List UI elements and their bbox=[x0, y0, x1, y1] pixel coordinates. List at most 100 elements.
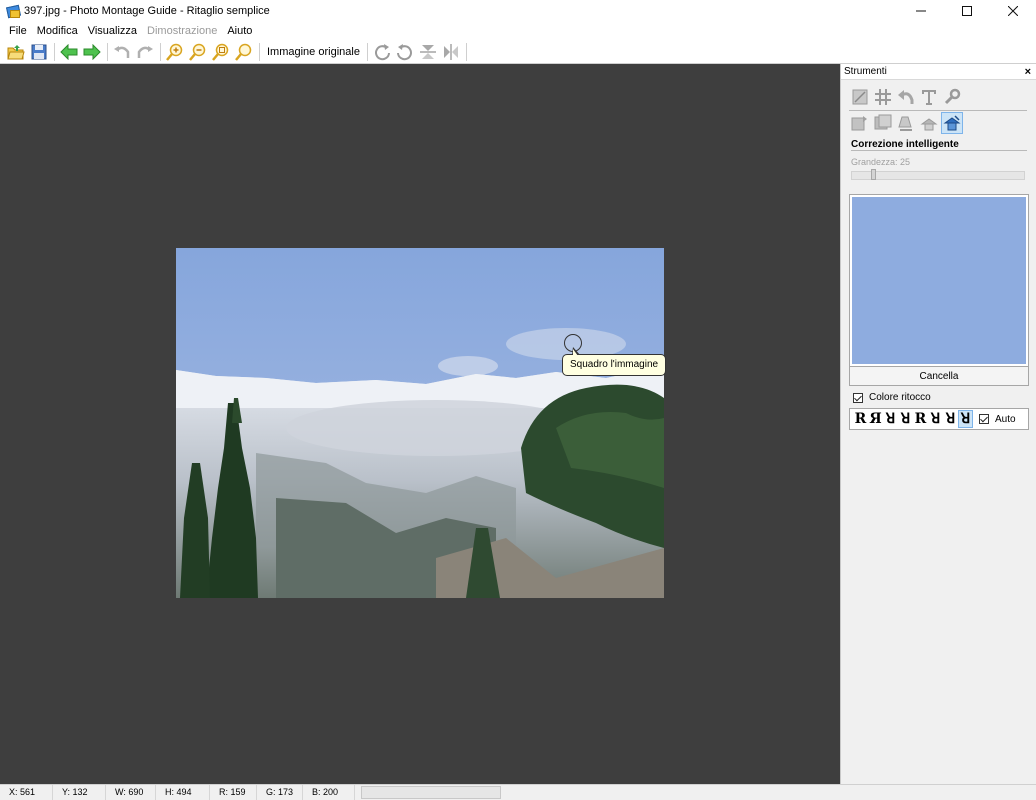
rotate-left-button[interactable] bbox=[394, 41, 416, 63]
back-arrow-icon bbox=[60, 43, 78, 60]
zoom-in-icon bbox=[166, 43, 183, 61]
auto-option[interactable]: Auto bbox=[979, 414, 1016, 425]
save-icon bbox=[31, 44, 47, 59]
orientation-option[interactable]: R bbox=[913, 410, 928, 428]
forward-button[interactable] bbox=[81, 41, 103, 63]
title-bar: 397.jpg - Photo Montage Guide - Ritaglio… bbox=[0, 0, 1036, 22]
status-green: G: 173 bbox=[257, 784, 303, 800]
layers-tool[interactable] bbox=[872, 112, 894, 134]
photo-image bbox=[176, 248, 664, 598]
clone-tool[interactable] bbox=[849, 112, 871, 134]
orientation-option[interactable]: ꓤ bbox=[898, 410, 913, 428]
eraser-tool[interactable] bbox=[895, 112, 917, 134]
cancel-button[interactable]: Cancella bbox=[849, 366, 1029, 386]
undo-tool[interactable] bbox=[895, 86, 917, 108]
tools-panel-close-button[interactable]: × bbox=[1025, 66, 1031, 78]
undo-tool-icon bbox=[898, 90, 914, 104]
flip-horizontal-icon bbox=[443, 43, 458, 60]
status-blue: B: 200 bbox=[303, 784, 355, 800]
menu-file[interactable]: File bbox=[4, 22, 32, 40]
rotate-left-icon bbox=[396, 43, 412, 60]
eraser-icon bbox=[898, 116, 912, 131]
back-button[interactable] bbox=[58, 41, 80, 63]
zoom-actual-button[interactable] bbox=[233, 41, 255, 63]
orientation-option[interactable]: ꓤ bbox=[883, 410, 898, 428]
status-y: Y: 132 bbox=[53, 784, 106, 800]
tools-divider bbox=[849, 110, 1027, 111]
hat-icon bbox=[920, 118, 938, 131]
tools-row-1 bbox=[849, 86, 964, 108]
zoom-fit-button[interactable] bbox=[210, 41, 232, 63]
rotate-right-button[interactable] bbox=[371, 41, 393, 63]
orientation-option[interactable]: ꓤ bbox=[928, 410, 943, 428]
orientation-option[interactable]: ꓤ bbox=[943, 410, 958, 428]
tools-panel-header: Strumenti × bbox=[841, 64, 1036, 80]
close-icon bbox=[1008, 6, 1018, 16]
original-image-button[interactable]: Immagine originale bbox=[263, 41, 364, 63]
undo-icon bbox=[114, 45, 130, 58]
flip-vertical-icon bbox=[419, 44, 436, 59]
retouch-color-option[interactable]: Colore ritocco bbox=[853, 392, 931, 403]
crop-icon bbox=[852, 89, 868, 105]
window-title: 397.jpg - Photo Montage Guide - Ritaglio… bbox=[24, 5, 270, 17]
crop-tool[interactable] bbox=[849, 86, 871, 108]
brush-size-slider-thumb[interactable] bbox=[871, 169, 877, 180]
section-divider bbox=[851, 150, 1027, 151]
grid-tool[interactable] bbox=[872, 86, 894, 108]
open-button[interactable] bbox=[5, 41, 27, 63]
text-icon bbox=[922, 90, 936, 105]
undo-button[interactable] bbox=[111, 41, 133, 63]
zoom-out-button[interactable] bbox=[187, 41, 209, 63]
maximize-icon bbox=[962, 6, 972, 16]
orientation-option[interactable]: R bbox=[853, 410, 868, 428]
open-folder-icon bbox=[7, 44, 25, 59]
wrench-icon bbox=[944, 88, 961, 105]
retouch-color-checkbox[interactable] bbox=[853, 392, 863, 403]
menu-bar: File Modifica Visualizza Dimostrazione A… bbox=[0, 22, 1036, 40]
toolbar-separator bbox=[160, 42, 161, 61]
orientation-option[interactable]: Я bbox=[868, 410, 883, 428]
auto-label: Auto bbox=[995, 413, 1016, 425]
close-button[interactable] bbox=[990, 0, 1036, 22]
flip-vertical-button[interactable] bbox=[417, 41, 439, 63]
menu-dimostrazione[interactable]: Dimostrazione bbox=[142, 22, 222, 40]
orientation-selector: R Я ꓤ ꓤ R ꓤ ꓤ ꓤ Auto bbox=[849, 408, 1029, 430]
settings-tool[interactable] bbox=[941, 86, 963, 108]
save-button[interactable] bbox=[28, 41, 50, 63]
color-preview bbox=[849, 194, 1029, 368]
toolbar-separator bbox=[107, 42, 108, 61]
section-title: Correzione intelligente bbox=[851, 139, 959, 150]
image-canvas[interactable]: Squadro l'immagine bbox=[0, 64, 840, 784]
photo-mountain-landscape[interactable] bbox=[176, 248, 664, 598]
tools-row-2 bbox=[849, 112, 964, 134]
menu-modifica[interactable]: Modifica bbox=[32, 22, 83, 40]
forward-arrow-icon bbox=[83, 43, 101, 60]
brush-size-label: Grandezza: 25 bbox=[851, 157, 911, 167]
tools-panel: Strumenti × Correzione intelligente Gran… bbox=[840, 64, 1036, 784]
grid-icon bbox=[875, 89, 891, 105]
orientation-option[interactable]: ꓤ bbox=[958, 410, 973, 428]
tools-panel-title: Strumenti bbox=[844, 66, 887, 77]
text-tool[interactable] bbox=[918, 86, 940, 108]
zoom-in-button[interactable] bbox=[164, 41, 186, 63]
toolbar-separator bbox=[366, 42, 368, 61]
minimize-icon bbox=[916, 10, 926, 12]
status-width: W: 690 bbox=[106, 784, 156, 800]
status-x: X: 561 bbox=[0, 784, 53, 800]
status-red: R: 159 bbox=[210, 784, 257, 800]
toolbar-separator bbox=[465, 42, 467, 61]
auto-checkbox[interactable] bbox=[979, 414, 989, 424]
maximize-button[interactable] bbox=[944, 0, 990, 22]
hat-tool[interactable] bbox=[918, 112, 940, 134]
redo-button[interactable] bbox=[134, 41, 156, 63]
minimize-button[interactable] bbox=[898, 0, 944, 22]
window-controls bbox=[898, 0, 1036, 22]
menu-visualizza[interactable]: Visualizza bbox=[83, 22, 142, 40]
smart-fix-icon bbox=[943, 115, 961, 131]
status-height: H: 494 bbox=[156, 784, 210, 800]
menu-aiuto[interactable]: Aiuto bbox=[222, 22, 257, 40]
brush-size-slider[interactable] bbox=[851, 171, 1025, 180]
smart-fix-tool[interactable] bbox=[941, 112, 963, 134]
flip-horizontal-button[interactable] bbox=[440, 41, 462, 63]
toolbar-separator bbox=[259, 42, 260, 61]
